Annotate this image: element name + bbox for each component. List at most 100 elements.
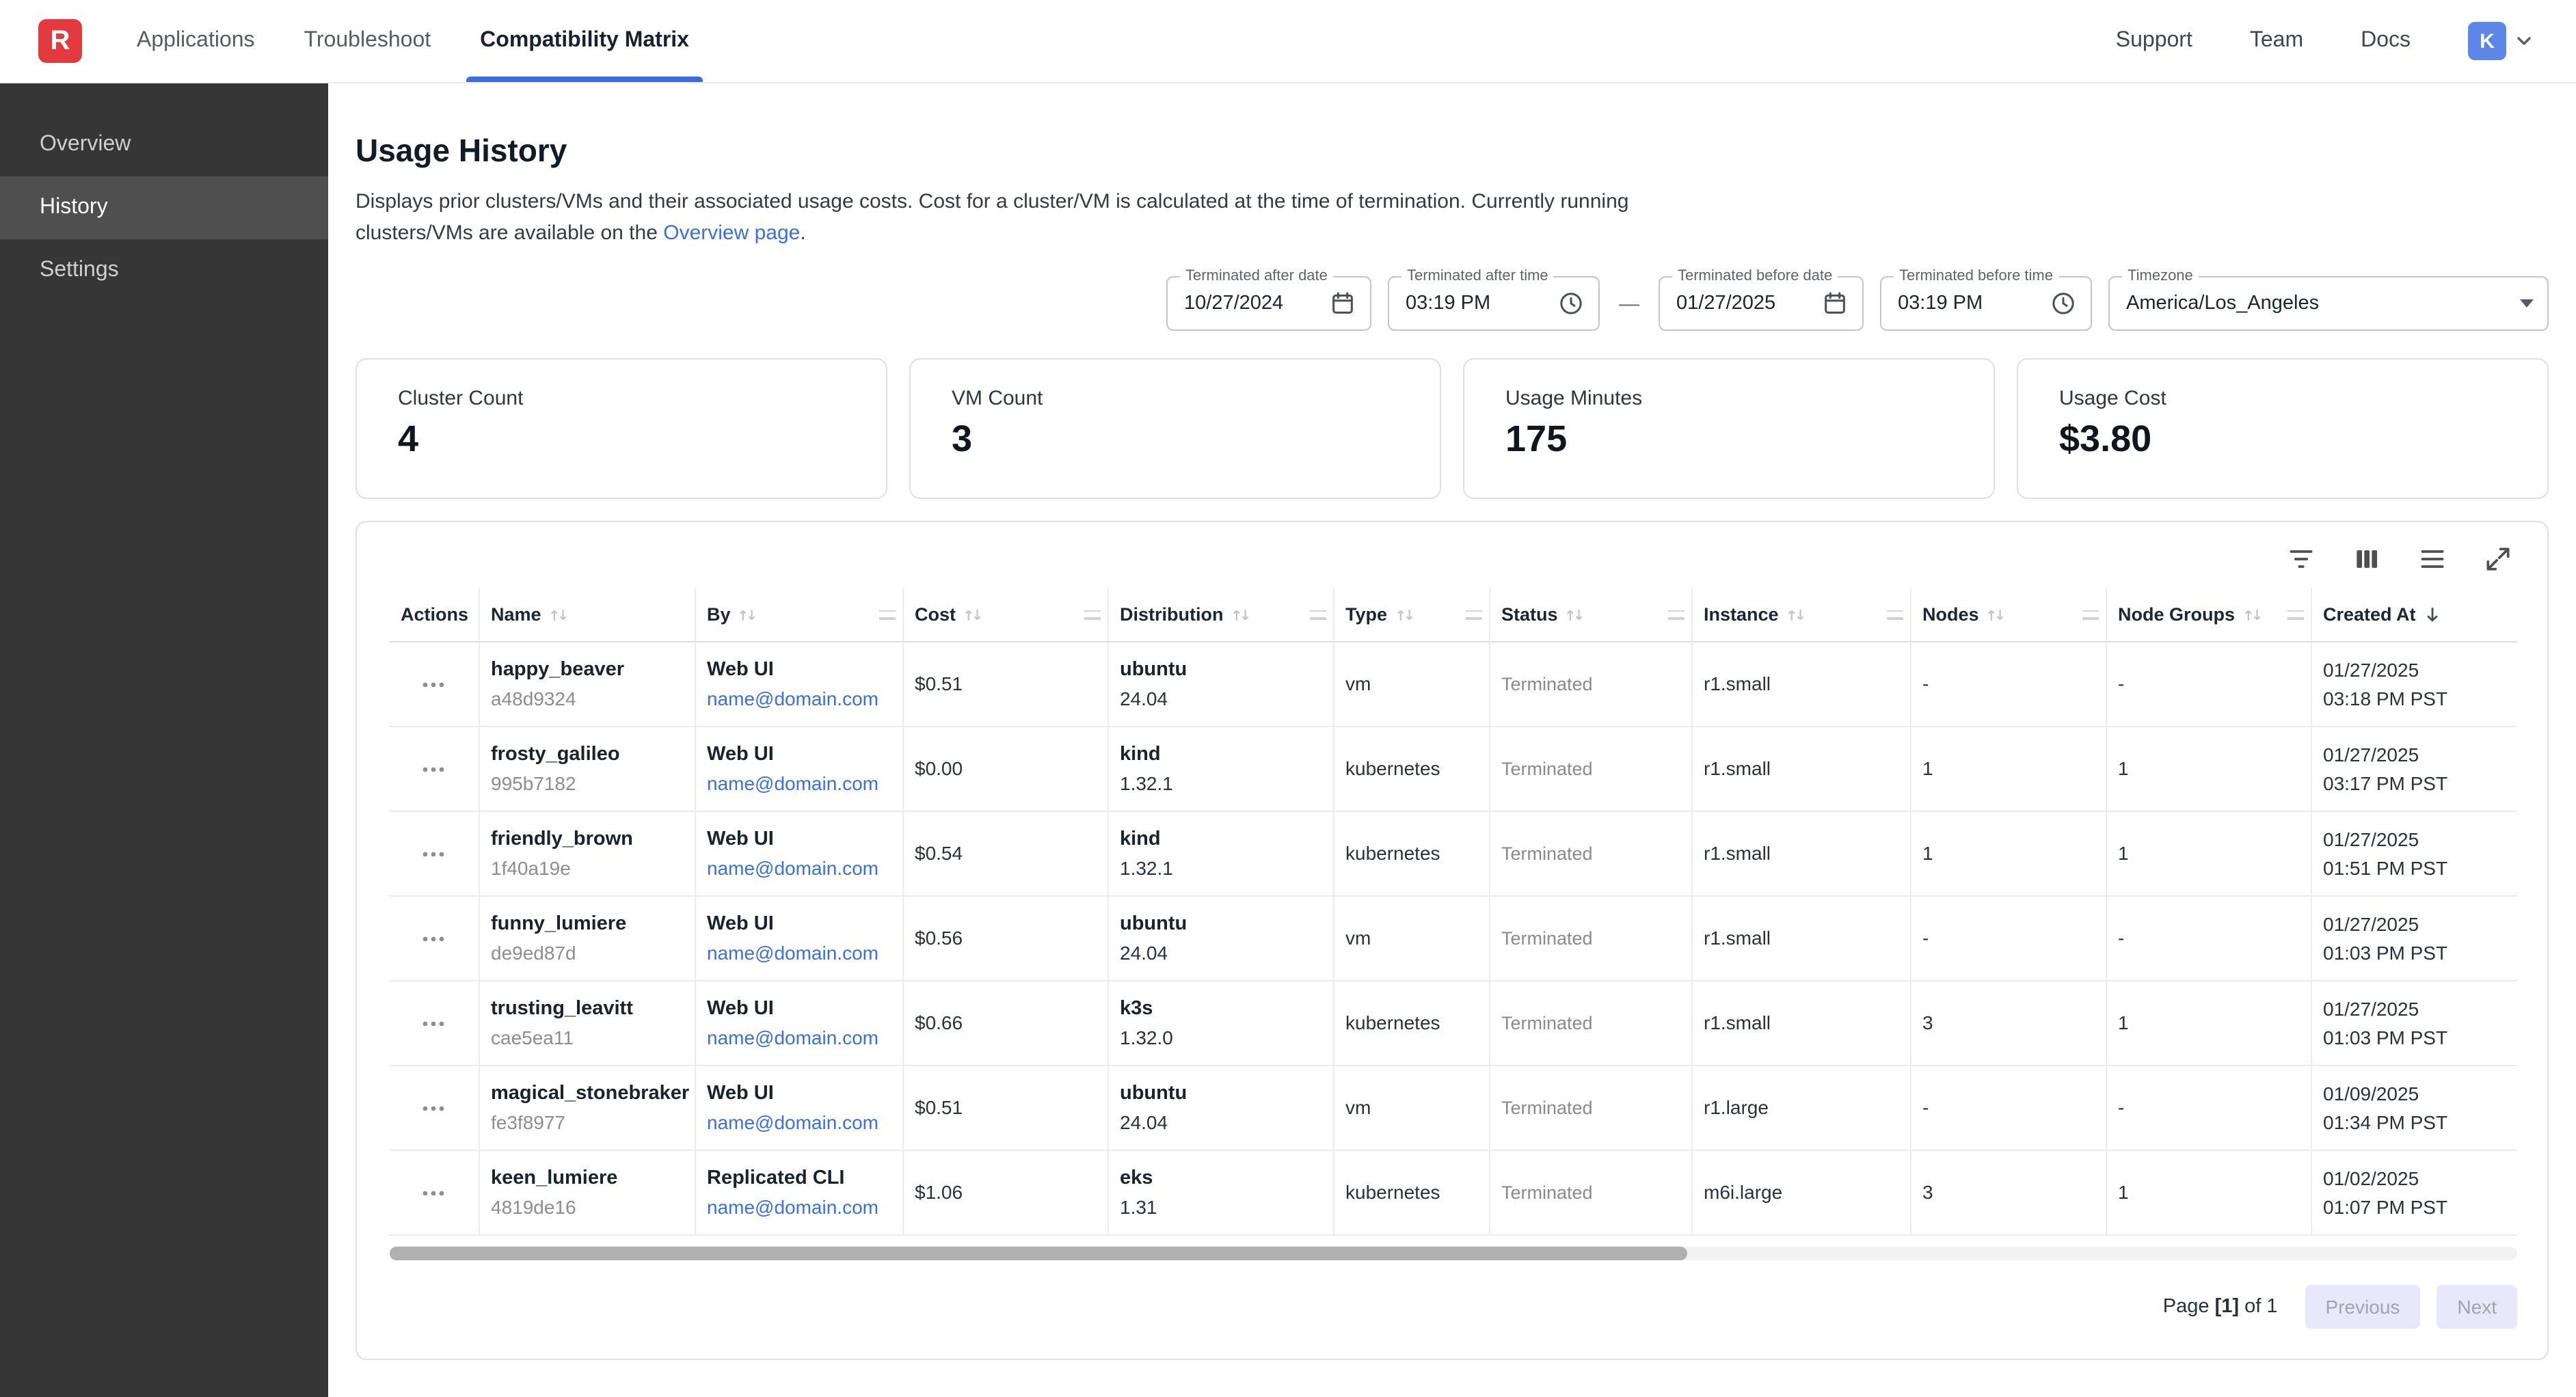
cell-distribution: eks 1.31 [1109,1151,1334,1236]
account-menu-button[interactable]: K [2468,22,2535,60]
table-filter-button[interactable] [2285,543,2318,575]
field-value[interactable]: 03:19 PM [1898,293,2039,314]
cell-nodes: - [1911,897,2107,981]
tab-applications[interactable]: Applications [112,0,280,82]
field-value[interactable]: 03:19 PM [1406,293,1546,314]
field-value[interactable]: 10/27/2024 [1184,293,1318,314]
column-resize-handle[interactable] [879,608,896,621]
timezone-select[interactable]: Timezone America/Los_Angeles [2108,276,2549,331]
created-by-email-link[interactable]: name@domain.com [707,770,889,798]
column-resize-handle[interactable] [1084,608,1101,621]
column-resize-handle[interactable] [1668,608,1685,621]
cell-distribution: ubuntu 24.04 [1109,1066,1334,1151]
column-header-by[interactable]: By [696,588,904,642]
sidebar-item-settings[interactable]: Settings [0,239,328,302]
sort-icon[interactable] [1986,606,2008,623]
column-header-distribution[interactable]: Distribution [1109,588,1334,642]
tab-compatibility-matrix[interactable]: Compatibility Matrix [455,0,714,82]
next-page-button[interactable]: Next [2437,1285,2517,1329]
column-header-cost[interactable]: Cost [904,588,1109,642]
column-label: Created At [2323,604,2416,625]
terminated-after-time-field[interactable]: Terminated after time 03:19 PM [1388,276,1600,331]
column-header-node-groups[interactable]: Node Groups [2107,588,2312,642]
created-by-email-link[interactable]: name@domain.com [707,685,889,713]
cell-status: Terminated [1490,642,1693,727]
cell-created-at: 01/27/2025 01:51 PM PST [2312,812,2517,897]
link-support[interactable]: Support [2116,29,2192,53]
horizontal-scrollbar-thumb[interactable] [390,1247,1687,1260]
distribution-version: 1.31 [1120,1193,1319,1221]
created-by-email-link[interactable]: name@domain.com [707,939,889,967]
cell-node-groups: 1 [2107,981,2312,1066]
avatar[interactable]: K [2468,22,2506,60]
row-actions-button[interactable] [415,759,451,778]
calendar-icon[interactable] [1329,290,1356,317]
created-time: 01:51 PM PST [2323,854,2504,882]
row-actions-button[interactable] [415,929,451,948]
cell-actions [390,897,480,981]
sidebar-item-overview[interactable]: Overview [0,113,328,176]
column-header-nodes[interactable]: Nodes [1911,588,2107,642]
column-resize-handle[interactable] [2287,608,2304,621]
created-by-email-link[interactable]: name@domain.com [707,1109,889,1137]
column-header-instance[interactable]: Instance [1693,588,1911,642]
sort-icon[interactable] [1786,606,1808,623]
column-header-type[interactable]: Type [1334,588,1490,642]
clock-icon[interactable] [2050,290,2077,317]
field-value[interactable]: 01/27/2025 [1676,293,1810,314]
cell-instance: r1.small [1693,642,1911,727]
column-header-status[interactable]: Status [1490,588,1693,642]
column-resize-handle[interactable] [1887,608,1903,621]
column-resize-handle[interactable] [1310,608,1326,621]
sort-icon[interactable] [1231,606,1252,623]
clock-icon[interactable] [1557,290,1585,317]
sort-icon[interactable] [1565,606,1587,623]
created-time: 01:34 PM PST [2323,1108,2504,1136]
table-fullscreen-button[interactable] [2482,543,2514,575]
table-columns-button[interactable] [2350,543,2383,575]
link-team[interactable]: Team [2250,29,2303,53]
terminated-after-date-field[interactable]: Terminated after date 10/27/2024 [1166,276,1371,331]
tab-troubleshoot[interactable]: Troubleshoot [280,0,456,82]
cell-actions [390,1066,480,1151]
calendar-icon[interactable] [1821,290,1849,317]
nodes-value: 1 [1922,755,2092,783]
row-actions-button[interactable] [415,1098,451,1117]
created-date: 01/27/2025 [2323,910,2504,938]
sort-icon[interactable] [548,606,570,623]
cell-status: Terminated [1490,981,1693,1066]
overview-page-link[interactable]: Overview page [663,221,800,245]
type-value: vm [1345,670,1475,698]
sort-icon[interactable] [738,606,760,623]
terminated-before-date-field[interactable]: Terminated before date 01/27/2025 [1659,276,1864,331]
link-docs[interactable]: Docs [2361,29,2411,53]
column-header-name[interactable]: Name [480,588,696,642]
sort-icon[interactable] [1394,606,1416,623]
created-by-email-link[interactable]: name@domain.com [707,1193,889,1221]
table-density-button[interactable] [2416,543,2449,575]
column-resize-handle[interactable] [2082,608,2099,621]
column-header-created-at[interactable]: Created At [2312,588,2517,642]
more-horizontal-icon [420,680,445,688]
sidebar-item-history[interactable]: History [0,176,328,239]
cost-value: $0.51 [915,1094,1094,1122]
field-value[interactable]: America/Los_Angeles [2126,293,2509,314]
cell-node-groups: - [2107,642,2312,727]
more-horizontal-icon [420,1189,445,1197]
sort-desc-icon[interactable] [2423,605,2442,624]
cluster-name: happy_beaver [491,656,681,685]
created-by-email-link[interactable]: name@domain.com [707,854,889,882]
created-by-email-link[interactable]: name@domain.com [707,1024,889,1052]
row-actions-button[interactable] [415,1014,451,1033]
row-actions-button[interactable] [415,1183,451,1202]
column-resize-handle[interactable] [1466,608,1482,621]
terminated-before-time-field[interactable]: Terminated before time 03:19 PM [1880,276,2092,331]
sort-icon[interactable] [2242,606,2264,623]
row-actions-button[interactable] [415,844,451,863]
row-actions-button[interactable] [415,675,451,694]
sort-icon[interactable] [963,606,984,623]
previous-page-button[interactable]: Previous [2305,1285,2420,1329]
more-horizontal-icon [420,850,445,858]
stat-value: 4 [398,418,845,461]
brand-logo[interactable]: R [38,19,82,63]
